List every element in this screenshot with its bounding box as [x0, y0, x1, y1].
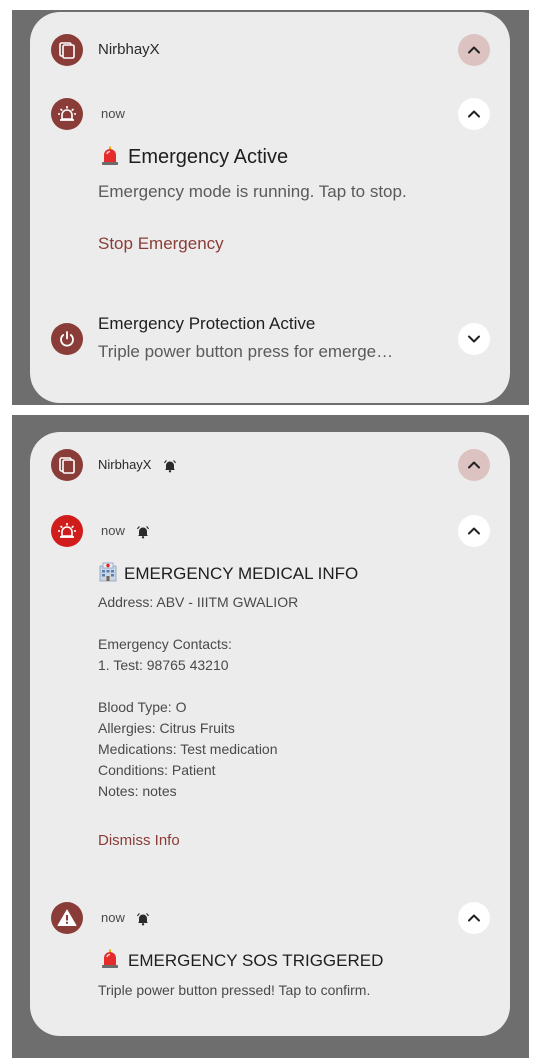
- app-stack-icon: [59, 457, 75, 474]
- dismiss-info-button[interactable]: Dismiss Info: [98, 832, 180, 849]
- alarm-light-icon: [58, 106, 76, 121]
- siren-emoji-icon: [100, 949, 120, 969]
- siren-emoji-icon: [100, 146, 120, 166]
- notification-time: now: [101, 523, 125, 538]
- medical-conditions: Conditions: Patient: [98, 762, 216, 778]
- collapse-group-button[interactable]: [458, 34, 490, 66]
- chevron-up-icon: [468, 110, 480, 118]
- notification-meta: now: [101, 910, 150, 926]
- notification-group-panel-1: NirbhayX now Emergency Active Emergency: [30, 12, 510, 403]
- collapse-notification-button[interactable]: [458, 98, 490, 130]
- chevron-up-icon: [468, 461, 480, 469]
- warning-icon: [57, 909, 77, 926]
- medical-allergies: Allergies: Citrus Fruits: [98, 720, 235, 736]
- alarm-light-icon: [58, 523, 76, 538]
- notification-time: now: [101, 910, 125, 925]
- collapse-notification-button[interactable]: [458, 902, 490, 934]
- app-icon[interactable]: [51, 34, 83, 66]
- notification-time: now: [101, 106, 125, 121]
- notification-body: Triple power button press for emerge…: [98, 342, 394, 361]
- notification-title[interactable]: EMERGENCY MEDICAL INFO: [98, 562, 358, 584]
- app-name: NirbhayX: [98, 457, 152, 472]
- bell-icon: [137, 912, 150, 926]
- notification-title[interactable]: Emergency Active: [100, 146, 288, 169]
- medical-address: Address: ABV - IIITM GWALIOR: [98, 594, 299, 610]
- notification-icon: [51, 323, 83, 355]
- chevron-down-icon: [468, 335, 480, 343]
- bell-icon: [137, 525, 150, 539]
- chevron-up-icon: [468, 46, 480, 54]
- notification-title[interactable]: Emergency Protection Active: [98, 314, 315, 334]
- app-header: NirbhayX: [98, 457, 177, 473]
- app-icon[interactable]: [51, 449, 83, 481]
- notification-body: Emergency mode is running. Tap to stop.: [98, 182, 407, 201]
- notification-title[interactable]: EMERGENCY SOS TRIGGERED: [100, 949, 383, 971]
- notification-body: Triple power button pressed! Tap to conf…: [98, 982, 371, 998]
- collapse-group-button[interactable]: [458, 449, 490, 481]
- medical-notes: Notes: notes: [98, 783, 177, 799]
- app-stack-icon: [59, 42, 75, 59]
- collapse-notification-button[interactable]: [458, 515, 490, 547]
- notification-icon: [51, 902, 83, 934]
- notification-icon: [51, 98, 83, 130]
- medical-contact-item: 1. Test: 98765 43210: [98, 657, 229, 673]
- chevron-up-icon: [468, 914, 480, 922]
- notification-icon: [51, 515, 83, 547]
- expand-notification-button[interactable]: [458, 323, 490, 355]
- medical-medications: Medications: Test medication: [98, 741, 278, 757]
- medical-blood-type: Blood Type: O: [98, 699, 187, 715]
- app-name: NirbhayX: [98, 41, 160, 58]
- notification-group-panel-2: NirbhayX now EMERGENCY MEDICAL INFO Addr…: [30, 432, 510, 1036]
- hospital-emoji-icon: [98, 562, 118, 582]
- stop-emergency-button[interactable]: Stop Emergency: [98, 234, 224, 254]
- power-icon: [60, 331, 74, 347]
- notification-meta: now: [101, 523, 150, 539]
- medical-contacts-heading: Emergency Contacts:: [98, 636, 232, 652]
- bell-icon: [164, 459, 177, 473]
- chevron-up-icon: [468, 527, 480, 535]
